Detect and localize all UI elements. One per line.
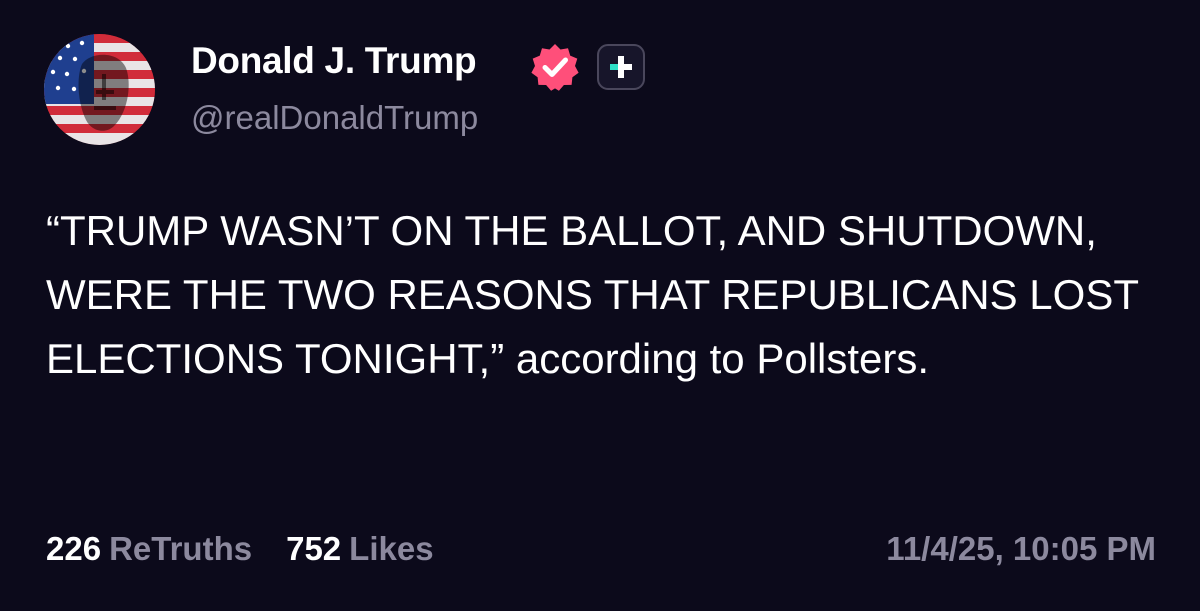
display-name[interactable]: Donald J. Trump (191, 40, 477, 82)
retruths-count: 226 (46, 530, 102, 567)
engagement-stats: 226 ReTruths 752 Likes (46, 530, 434, 568)
likes-count: 752 (286, 530, 342, 567)
retruths-stat[interactable]: 226 ReTruths (46, 530, 252, 568)
post-timestamp: 11/4/25, 10:05 PM (886, 530, 1156, 567)
truth-post: Donald J. Trump @realDonaldTrump “TRUMP … (0, 0, 1200, 611)
flag-portrait-icon (44, 34, 155, 145)
user-handle[interactable]: @realDonaldTrump (191, 99, 478, 137)
plus-badge-icon[interactable] (597, 44, 645, 90)
post-text: “TRUMP WASN’T ON THE BALLOT, AND SHUTDOW… (46, 207, 1139, 382)
retruths-label: ReTruths (109, 530, 253, 567)
likes-stat[interactable]: 752 Likes (286, 530, 433, 568)
avatar[interactable] (44, 34, 155, 145)
verified-badge-icon (530, 42, 580, 92)
likes-label: Likes (349, 530, 434, 567)
